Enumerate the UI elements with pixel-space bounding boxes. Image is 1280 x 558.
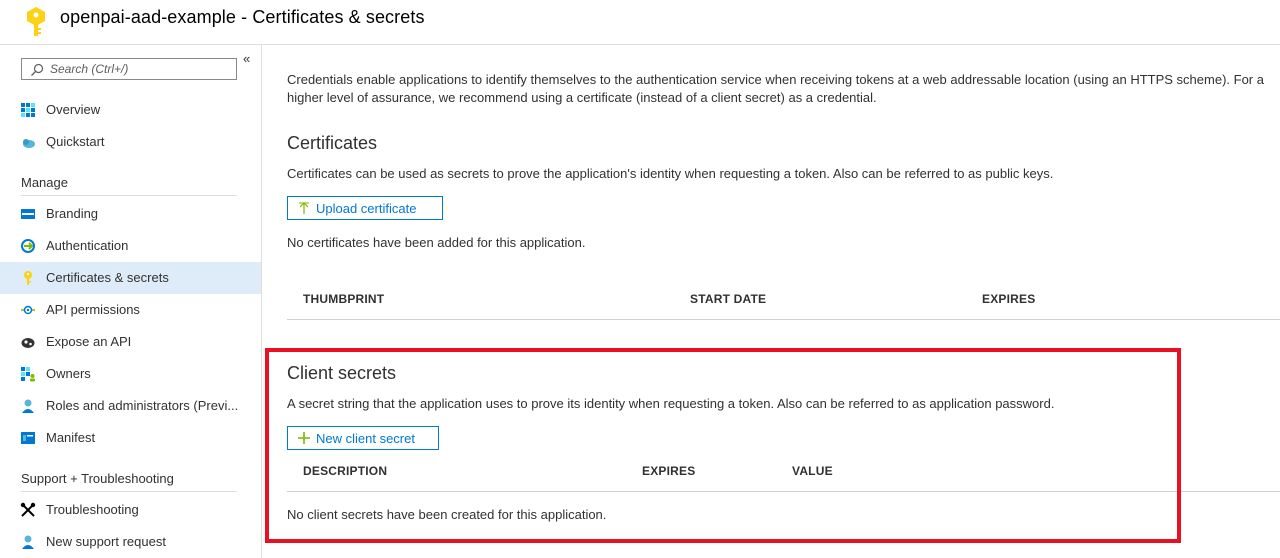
sidebar-item-label: New support request [46,534,166,549]
branding-icon [21,209,35,219]
table-divider [287,319,1280,320]
authentication-icon [21,239,35,253]
main-content: Credentials enable applications to ident… [263,45,1280,558]
key-icon [27,7,45,36]
api-permissions-icon [21,305,35,315]
overview-icon [21,103,35,117]
sidebar-item-label: Manifest [46,430,96,445]
sidebar-item-expose-api[interactable]: Expose an API [0,326,261,358]
sidebar-item-manifest[interactable]: Manifest [0,422,261,454]
upload-certificate-label: Upload certificate [316,200,417,216]
sidebar-item-authentication[interactable]: Authentication [0,230,261,262]
new-client-secret-button[interactable]: New client secret [287,426,439,450]
sidebar-item-label: Roles and administrators (Previ... [46,398,239,413]
quickstart-icon [23,139,35,148]
plus-icon [298,432,310,444]
divider [21,195,237,196]
sidebar-item-new-support-request[interactable]: New support request [0,526,261,558]
manage-heading: Manage [21,175,68,190]
sidebar-item-quickstart[interactable]: Quickstart [0,126,261,158]
divider [21,491,237,492]
column-header-expires[interactable]: EXPIRES [642,464,695,478]
upload-certificate-button[interactable]: Upload certificate [287,196,443,220]
expose-api-icon [21,338,35,348]
certificates-description: Certificates can be used as secrets to p… [287,166,1054,181]
client-secrets-heading: Client secrets [287,363,397,383]
sidebar-item-label: Branding [46,206,99,221]
column-header-description[interactable]: DESCRIPTION [303,464,387,478]
sidebar-item-label: Certificates & secrets [46,270,169,285]
sidebar: « Overview Quickstart Manage Branding [0,45,262,558]
column-header-value[interactable]: VALUE [792,464,833,478]
sidebar-item-api-permissions[interactable]: API permissions [0,294,261,326]
client-secrets-description: A secret string that the application use… [287,396,1055,411]
key-icon [24,271,32,285]
table-divider [287,491,1280,492]
upload-icon [299,202,309,214]
sidebar-item-owners[interactable]: Owners [0,358,261,390]
search-input[interactable] [50,61,230,77]
header-bar: openpai-aad-example - Certificates & sec… [0,0,1280,45]
sidebar-search[interactable] [21,58,237,80]
collapse-sidebar-button[interactable]: « [243,51,250,66]
wrench-icon [20,502,36,517]
page-title: openpai-aad-example - Certificates & sec… [60,7,425,27]
sidebar-item-certificates-secrets[interactable]: Certificates & secrets [0,262,261,294]
certificates-heading: Certificates [287,133,378,153]
sidebar-item-label: Expose an API [46,334,132,349]
owners-icon [21,367,35,382]
sidebar-item-label: Overview [46,102,101,117]
sidebar-item-branding[interactable]: Branding [0,198,261,230]
support-icon [22,535,34,549]
sidebar-item-label: Authentication [46,238,129,253]
sidebar-item-overview[interactable]: Overview [0,94,261,126]
sidebar-item-roles-administrators[interactable]: Roles and administrators (Previ... [0,390,261,422]
column-header-expires[interactable]: EXPIRES [982,292,1035,306]
column-header-thumbprint[interactable]: THUMBPRINT [303,292,384,306]
roles-icon [22,399,34,413]
sidebar-item-label: Quickstart [46,134,105,149]
column-header-start-date[interactable]: START DATE [690,292,766,306]
sidebar-item-label: API permissions [46,302,140,317]
intro-text: Credentials enable applications to ident… [287,72,1264,105]
manifest-icon [21,432,35,444]
search-icon [31,63,44,76]
sidebar-item-troubleshooting[interactable]: Troubleshooting [0,494,261,526]
sidebar-item-label: Owners [46,366,91,381]
new-client-secret-label: New client secret [316,430,415,446]
client-secrets-empty-text: No client secrets have been created for … [287,507,607,522]
support-heading: Support + Troubleshooting [21,471,174,486]
sidebar-item-label: Troubleshooting [46,502,139,517]
certificates-empty-text: No certificates have been added for this… [287,235,586,250]
